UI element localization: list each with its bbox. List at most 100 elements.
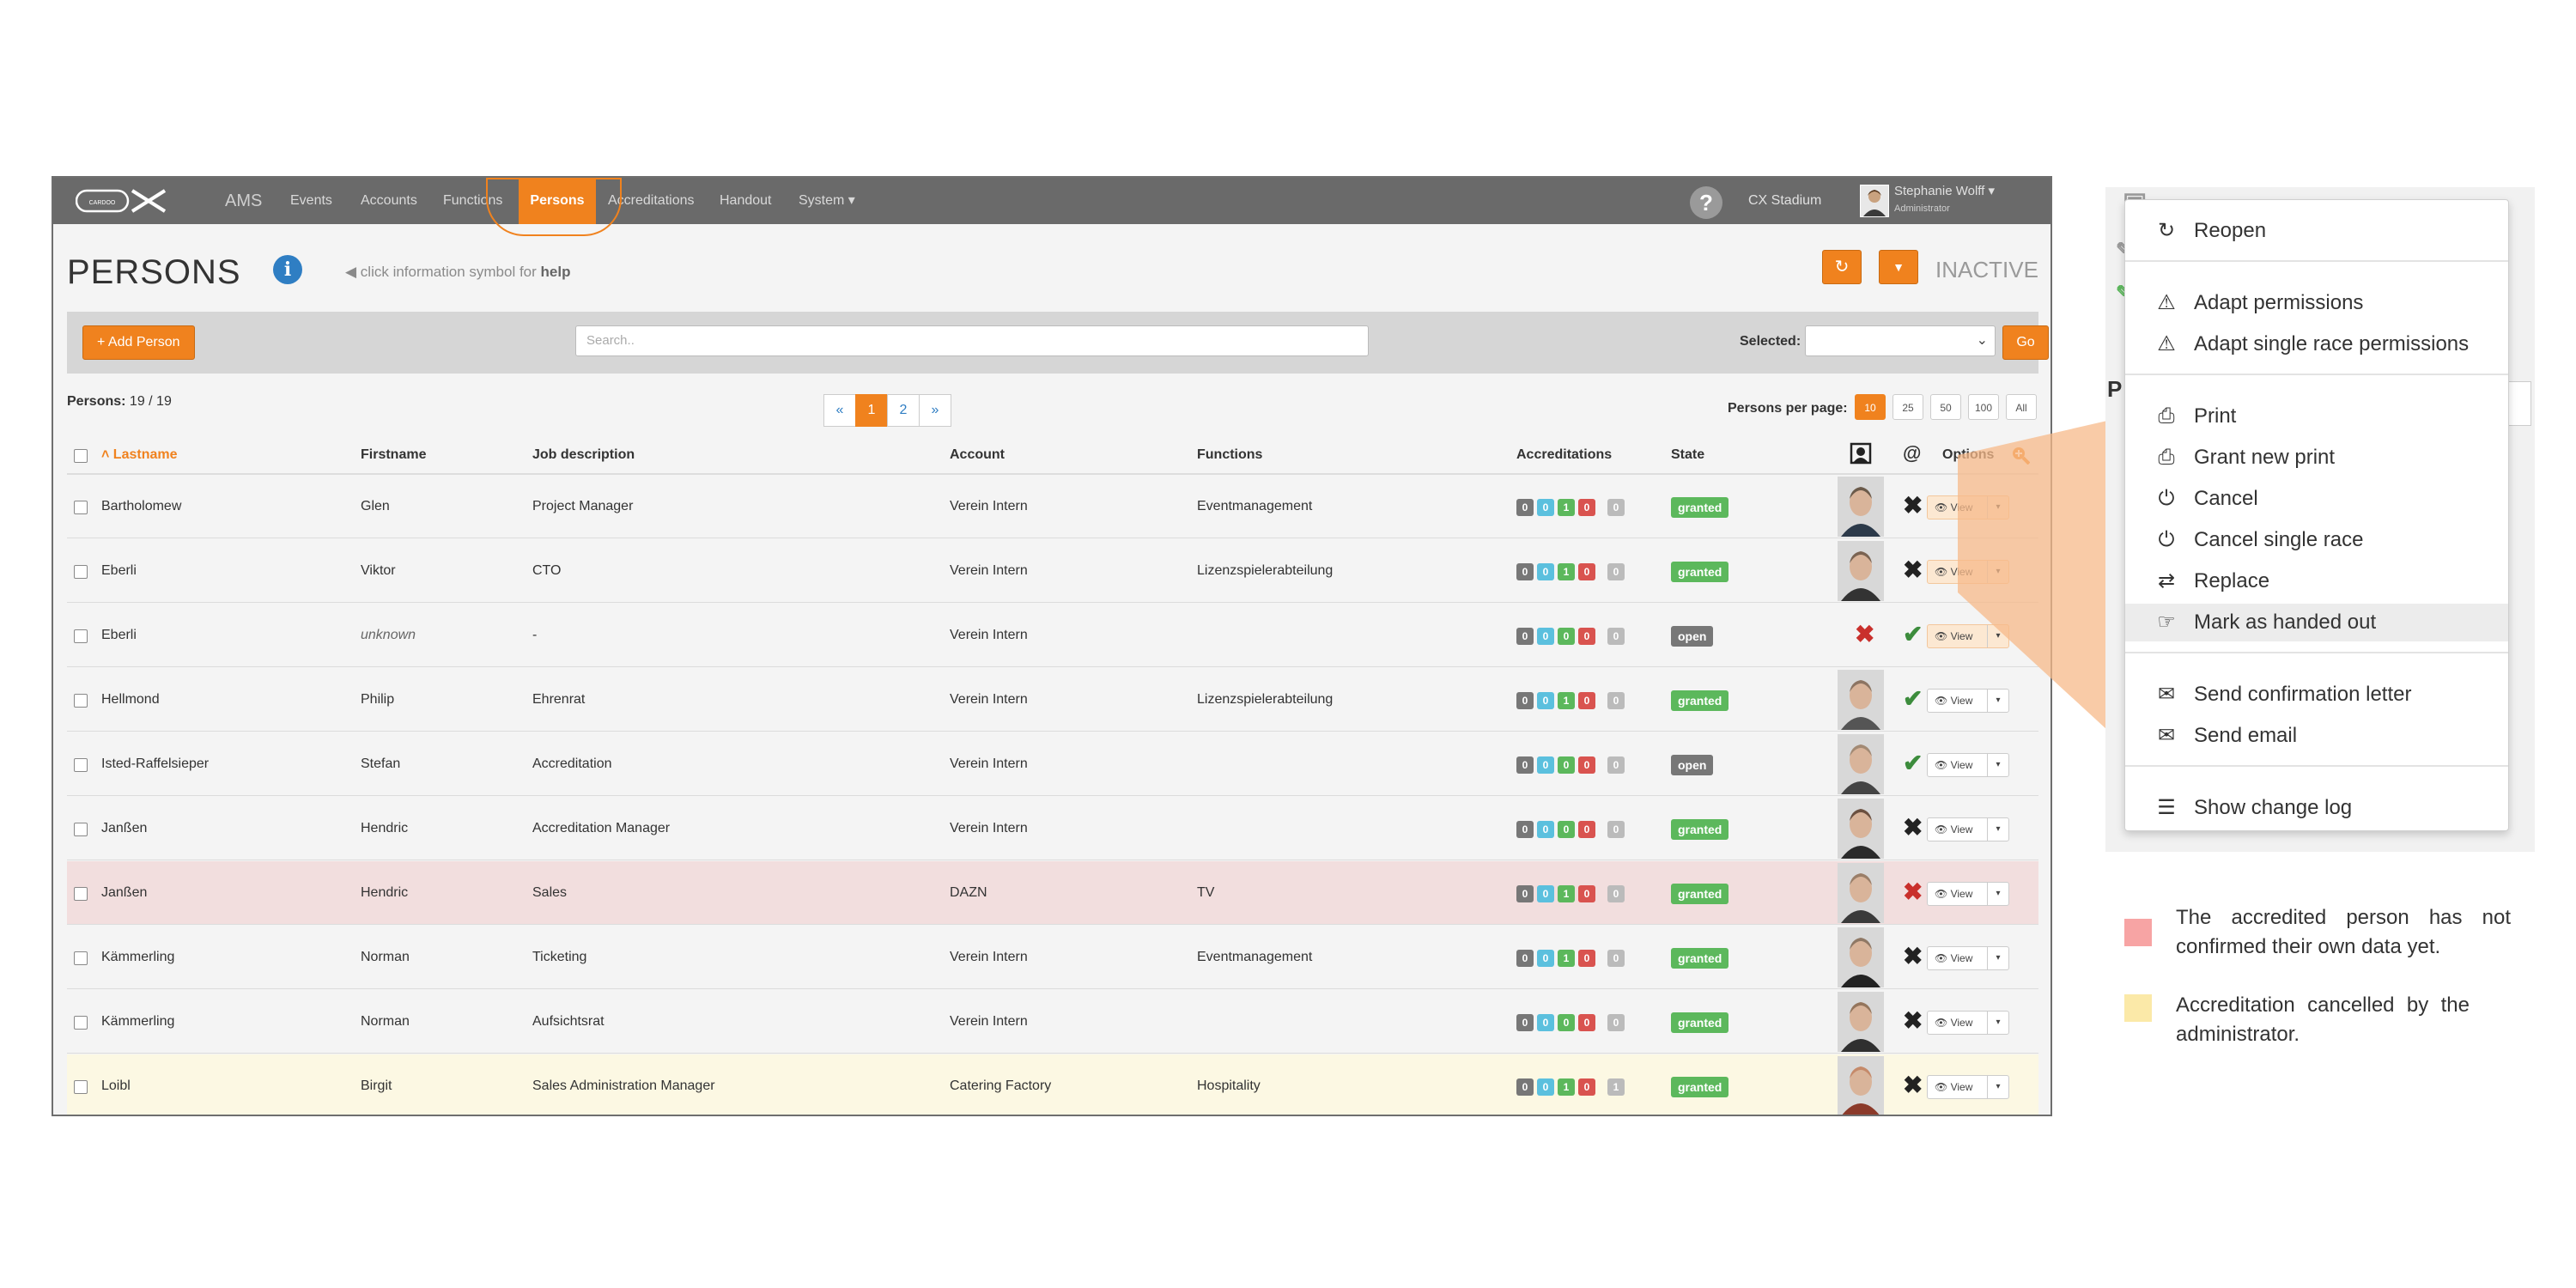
per-page-50[interactable]: 50 <box>1930 394 1961 420</box>
row-checkbox[interactable] <box>74 694 88 708</box>
col-functions[interactable]: Functions <box>1197 447 1262 463</box>
menu-item-replace[interactable]: ⇄ Replace <box>2125 562 2508 600</box>
col-job[interactable]: Job description <box>532 447 635 463</box>
person-photo[interactable] <box>1838 1056 1884 1115</box>
menu-item-grant-new-print[interactable]: ⎙ Grant new print <box>2125 439 2508 477</box>
table-row[interactable]: Eberli unknown - Verein Intern 0 0 0 0 0… <box>67 604 2038 667</box>
table-row[interactable]: Kämmerling Norman Aufsichtsrat Verein In… <box>67 990 2038 1054</box>
table-row[interactable]: Bartholomew Glen Project Manager Verein … <box>67 475 2038 538</box>
adapt-single-race-permissions-icon: ⚠ <box>2157 332 2176 355</box>
page-1[interactable]: 1 <box>855 394 888 427</box>
search-input[interactable]: Search.. <box>575 325 1369 356</box>
view-button[interactable]: 👁 View ▾ <box>1927 753 2009 777</box>
stadium-selector[interactable]: CX Stadium <box>1748 178 1821 224</box>
table-row[interactable]: Eberli Viktor CTO Verein Intern Lizenzsp… <box>67 539 2038 603</box>
info-icon[interactable]: i <box>273 255 302 284</box>
view-dropdown-toggle[interactable]: ▾ <box>1987 818 2008 841</box>
view-dropdown-toggle[interactable]: ▾ <box>1987 754 2008 776</box>
col-accreditations[interactable]: Accreditations <box>1516 447 1612 463</box>
row-checkbox[interactable] <box>74 951 88 965</box>
menu-item-cancel[interactable]: ⏻ Cancel <box>2125 480 2508 518</box>
view-button[interactable]: 👁 View ▾ <box>1927 946 2009 970</box>
row-checkbox[interactable] <box>74 887 88 901</box>
menu-item-adapt-single-race-permissions[interactable]: ⚠ Adapt single race permissions <box>2125 325 2508 363</box>
bulk-action-select[interactable]: ⌄ <box>1805 325 1996 356</box>
toolbar: + Add Person Search.. Selected: ⌄ Go <box>67 312 2049 374</box>
person-photo[interactable] <box>1838 799 1884 859</box>
view-dropdown-toggle[interactable]: ▾ <box>1987 1076 2008 1098</box>
view-button[interactable]: 👁 View ▾ <box>1927 1011 2009 1035</box>
menu-item-show-change-log[interactable]: ☰ Show change log <box>2125 789 2508 827</box>
table-row[interactable]: Isted-Raffelsieper Stefan Accreditation … <box>67 732 2038 796</box>
user-name[interactable]: Stephanie Wolff ▾ <box>1894 183 1995 198</box>
nav-accreditations[interactable]: Accreditations <box>608 178 695 224</box>
col-account[interactable]: Account <box>950 447 1005 463</box>
menu-item-send-email[interactable]: ✉ Send email <box>2125 717 2508 755</box>
nav-accounts[interactable]: Accounts <box>361 178 417 224</box>
refresh-button[interactable]: ↻ <box>1822 250 1862 284</box>
inactive-toggle[interactable]: INACTIVE <box>1935 257 2038 283</box>
send-email-icon: ✉ <box>2157 724 2176 747</box>
row-checkbox[interactable] <box>74 629 88 643</box>
table-row[interactable]: Hellmond Philip Ehrenrat Verein Intern L… <box>67 668 2038 732</box>
add-person-button[interactable]: + Add Person <box>82 325 195 360</box>
filter-button[interactable]: ▼ <box>1879 250 1918 284</box>
nav-handout[interactable]: Handout <box>720 178 772 224</box>
person-photo[interactable] <box>1838 477 1884 537</box>
nav-events[interactable]: Events <box>290 178 332 224</box>
view-button[interactable]: 👁 View ▾ <box>1927 817 2009 841</box>
table-row[interactable]: Janßen Hendric Sales DAZN TV 0 0 1 0 0 g… <box>67 861 2038 925</box>
legend-text-cancelled: Accreditation cancelled by the administr… <box>2176 993 2470 1046</box>
page-next[interactable]: » <box>919 394 951 427</box>
menu-item-send-confirmation-letter[interactable]: ✉ Send confirmation letter <box>2125 676 2508 714</box>
view-button[interactable]: 👁 View ▾ <box>1927 1075 2009 1099</box>
person-photo[interactable] <box>1838 670 1884 730</box>
go-button[interactable]: Go <box>2002 325 2049 360</box>
view-dropdown-toggle[interactable]: ▾ <box>1987 947 2008 969</box>
person-photo[interactable] <box>1838 734 1884 794</box>
row-checkbox[interactable] <box>74 758 88 772</box>
row-checkbox[interactable] <box>74 823 88 836</box>
user-avatar[interactable] <box>1860 185 1889 217</box>
col-lastname[interactable]: ˄ Lastname <box>101 447 177 463</box>
menu-divider <box>2125 260 2508 262</box>
nav-persons[interactable]: Persons <box>519 178 596 224</box>
view-button[interactable]: 👁 View ▾ <box>1927 882 2009 906</box>
menu-item-cancel-single-race[interactable]: ⏻ Cancel single race <box>2125 521 2508 559</box>
cell-firstname: Hendric <box>361 885 409 900</box>
row-checkbox[interactable] <box>74 501 88 514</box>
per-page-all[interactable]: All <box>2006 394 2037 420</box>
person-photo[interactable] <box>1838 927 1884 987</box>
menu-item-reopen[interactable]: ↻ Reopen <box>2125 212 2508 250</box>
help-button[interactable]: ? <box>1690 186 1722 219</box>
status-badge: granted <box>1671 1012 1729 1033</box>
person-photo[interactable] <box>1838 863 1884 923</box>
person-photo[interactable] <box>1838 541 1884 601</box>
select-all-checkbox[interactable] <box>74 449 88 463</box>
row-checkbox[interactable] <box>74 1016 88 1030</box>
table-row[interactable]: Janßen Hendric Accreditation Manager Ver… <box>67 797 2038 860</box>
col-firstname[interactable]: Firstname <box>361 447 426 463</box>
person-photo[interactable] <box>1838 992 1884 1052</box>
per-page-10[interactable]: 10 <box>1855 394 1886 420</box>
email-status-icon: ✖ <box>1903 814 1923 841</box>
menu-item-adapt-permissions[interactable]: ⚠ Adapt permissions <box>2125 284 2508 322</box>
badge-count: 0 <box>1516 692 1534 709</box>
person-count: Persons: 19 / 19 <box>67 394 172 409</box>
per-page-100[interactable]: 100 <box>1968 394 1999 420</box>
table-row[interactable]: Kämmerling Norman Ticketing Verein Inter… <box>67 926 2038 989</box>
table-row[interactable]: Loibl Birgit Sales Administration Manage… <box>67 1054 2038 1115</box>
nav-system[interactable]: System ▾ <box>799 178 855 224</box>
menu-item-mark-as-handed-out[interactable]: ☞ Mark as handed out <box>2125 604 2508 641</box>
row-checkbox[interactable] <box>74 565 88 579</box>
nav-functions[interactable]: Functions <box>443 178 502 224</box>
view-dropdown-toggle[interactable]: ▾ <box>1987 883 2008 905</box>
row-checkbox[interactable] <box>74 1080 88 1094</box>
menu-item-print[interactable]: ⎙ Print <box>2125 398 2508 435</box>
per-page-25[interactable]: 25 <box>1893 394 1923 420</box>
page-2[interactable]: 2 <box>887 394 920 427</box>
nav-ams[interactable]: AMS <box>225 178 262 224</box>
page-prev[interactable]: « <box>823 394 856 427</box>
view-dropdown-toggle[interactable]: ▾ <box>1987 1012 2008 1034</box>
col-state[interactable]: State <box>1671 447 1704 463</box>
